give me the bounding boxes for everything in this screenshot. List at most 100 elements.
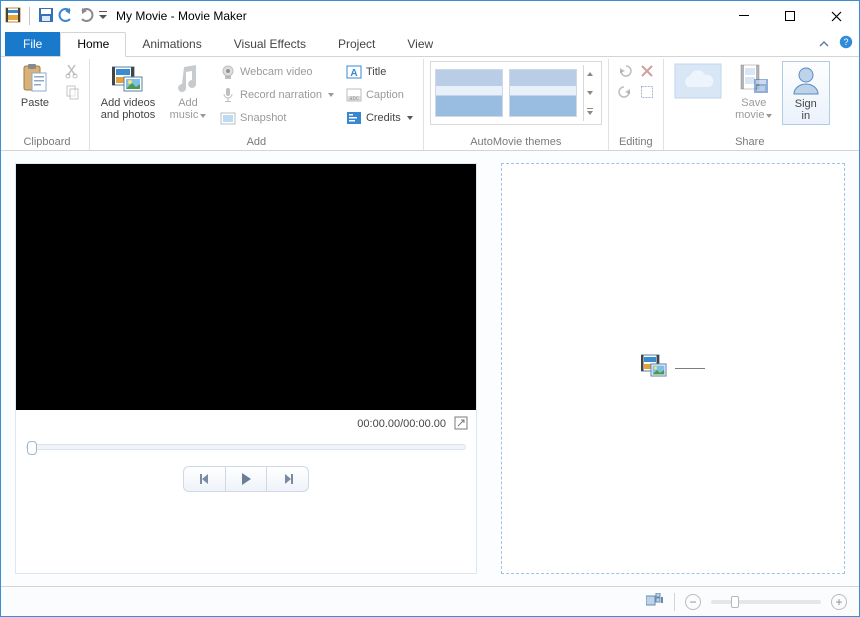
workspace: 00:00.00/00:00.00 bbox=[1, 151, 859, 586]
fullscreen-icon[interactable] bbox=[454, 416, 468, 433]
add-videos-label: Add videos and photos bbox=[101, 97, 155, 121]
zoom-out-button[interactable]: − bbox=[685, 594, 701, 610]
add-videos-photos-button[interactable]: Add videos and photos bbox=[96, 61, 160, 123]
music-note-icon bbox=[172, 63, 204, 95]
maximize-button[interactable] bbox=[767, 1, 813, 31]
window-controls bbox=[721, 1, 859, 31]
group-add-label: Add bbox=[247, 136, 267, 150]
user-icon bbox=[790, 64, 822, 96]
cloud-icon bbox=[674, 63, 722, 99]
onedrive-button[interactable] bbox=[670, 61, 726, 101]
video-preview[interactable] bbox=[16, 164, 476, 410]
credits-icon bbox=[346, 110, 362, 126]
copy-button[interactable] bbox=[63, 82, 83, 102]
ribbon-tabs: File Home Animations Visual Effects Proj… bbox=[1, 31, 859, 57]
app-window: My Movie - Movie Maker File Home Animati… bbox=[0, 0, 860, 617]
group-clipboard-label: Clipboard bbox=[23, 136, 70, 150]
quick-access-toolbar bbox=[5, 7, 108, 26]
remove-button[interactable] bbox=[637, 61, 657, 81]
close-button[interactable] bbox=[813, 1, 859, 31]
save-movie-button[interactable]: Save movie bbox=[730, 61, 778, 123]
qat-dropdown-icon[interactable] bbox=[98, 7, 108, 26]
filmstrip-photo-icon bbox=[641, 354, 667, 383]
play-button[interactable] bbox=[225, 466, 267, 492]
caption-button[interactable]: abc Caption bbox=[342, 84, 417, 106]
tab-view[interactable]: View bbox=[391, 33, 449, 56]
tab-animations[interactable]: Animations bbox=[126, 33, 217, 56]
zoom-slider[interactable] bbox=[711, 600, 821, 604]
thumbnail-size-icon[interactable] bbox=[646, 593, 664, 610]
transport-controls bbox=[16, 466, 476, 492]
record-narration-button[interactable]: Record narration bbox=[216, 84, 338, 106]
webcam-video-button[interactable]: Webcam video bbox=[216, 61, 338, 83]
help-icon[interactable]: ? bbox=[839, 35, 853, 54]
playback-slider[interactable] bbox=[26, 444, 466, 450]
caption-label: Caption bbox=[366, 89, 404, 101]
window-title: My Movie - Movie Maker bbox=[116, 9, 247, 23]
title-label: Title bbox=[366, 66, 386, 78]
tab-file[interactable]: File bbox=[5, 32, 60, 56]
select-all-button[interactable] bbox=[637, 82, 657, 102]
zoom-slider-handle[interactable] bbox=[731, 596, 739, 608]
undo-icon[interactable] bbox=[58, 7, 74, 26]
storyboard-placeholder bbox=[641, 354, 705, 383]
caption-icon: abc bbox=[346, 87, 362, 103]
minimize-button[interactable] bbox=[721, 1, 767, 31]
ribbon: Paste Clipboard Add videos and photos bbox=[1, 57, 859, 151]
paste-icon bbox=[19, 63, 51, 95]
snapshot-icon bbox=[220, 110, 236, 126]
ribbon-collapse-icon[interactable] bbox=[819, 36, 829, 54]
gallery-scroll[interactable] bbox=[583, 65, 597, 121]
rotate-right-button[interactable] bbox=[615, 82, 635, 102]
titlebar: My Movie - Movie Maker bbox=[1, 1, 859, 31]
cut-button[interactable] bbox=[63, 61, 83, 81]
group-automovie-label: AutoMovie themes bbox=[470, 136, 561, 150]
webcam-icon bbox=[220, 64, 236, 80]
gallery-scroll-down-icon[interactable] bbox=[584, 84, 597, 103]
paste-label: Paste bbox=[21, 97, 49, 109]
title-icon: A bbox=[346, 64, 362, 80]
add-music-button[interactable]: Add music bbox=[164, 61, 212, 123]
save-movie-label: Save movie bbox=[735, 97, 772, 121]
paste-button[interactable]: Paste bbox=[11, 61, 59, 111]
automovie-gallery[interactable] bbox=[430, 61, 602, 125]
zoom-in-button[interactable]: + bbox=[831, 594, 847, 610]
storyboard-line-icon bbox=[675, 368, 705, 369]
microphone-icon bbox=[220, 87, 236, 103]
statusbar: − + bbox=[1, 586, 859, 616]
storyboard[interactable] bbox=[501, 163, 845, 574]
tab-project[interactable]: Project bbox=[322, 33, 391, 56]
preview-pane: 00:00.00/00:00.00 bbox=[15, 163, 477, 574]
svg-text:?: ? bbox=[843, 37, 848, 47]
save-icon[interactable] bbox=[38, 7, 54, 26]
gallery-more-icon[interactable] bbox=[584, 102, 597, 121]
title-button[interactable]: A Title bbox=[342, 61, 417, 83]
credits-button[interactable]: Credits bbox=[342, 107, 417, 129]
playback-slider-handle[interactable] bbox=[27, 441, 37, 455]
tab-visual-effects[interactable]: Visual Effects bbox=[218, 33, 322, 56]
next-frame-button[interactable] bbox=[267, 466, 309, 492]
sign-in-button[interactable]: Sign in bbox=[782, 61, 830, 125]
group-editing: Editing bbox=[609, 59, 664, 150]
tab-home[interactable]: Home bbox=[60, 32, 126, 57]
group-add: Add videos and photos Add music Webcam v… bbox=[90, 59, 424, 150]
record-label: Record narration bbox=[240, 89, 322, 101]
credits-label: Credits bbox=[366, 112, 401, 124]
group-share-label: Share bbox=[735, 136, 764, 150]
gallery-scroll-up-icon[interactable] bbox=[584, 65, 597, 84]
automovie-theme-thumb[interactable] bbox=[509, 69, 577, 117]
group-share: Save movie Sign in Share bbox=[664, 59, 836, 150]
group-editing-label: Editing bbox=[619, 136, 653, 150]
rotate-left-button[interactable] bbox=[615, 61, 635, 81]
automovie-theme-thumb[interactable] bbox=[435, 69, 503, 117]
group-clipboard: Paste Clipboard bbox=[5, 59, 90, 150]
sign-in-label: Sign in bbox=[795, 98, 817, 122]
save-movie-icon bbox=[738, 63, 770, 95]
timecode: 00:00.00/00:00.00 bbox=[357, 418, 446, 430]
prev-frame-button[interactable] bbox=[183, 466, 225, 492]
webcam-label: Webcam video bbox=[240, 66, 313, 78]
redo-icon[interactable] bbox=[78, 7, 94, 26]
snapshot-label: Snapshot bbox=[240, 112, 286, 124]
svg-text:A: A bbox=[350, 68, 357, 79]
snapshot-button[interactable]: Snapshot bbox=[216, 107, 338, 129]
